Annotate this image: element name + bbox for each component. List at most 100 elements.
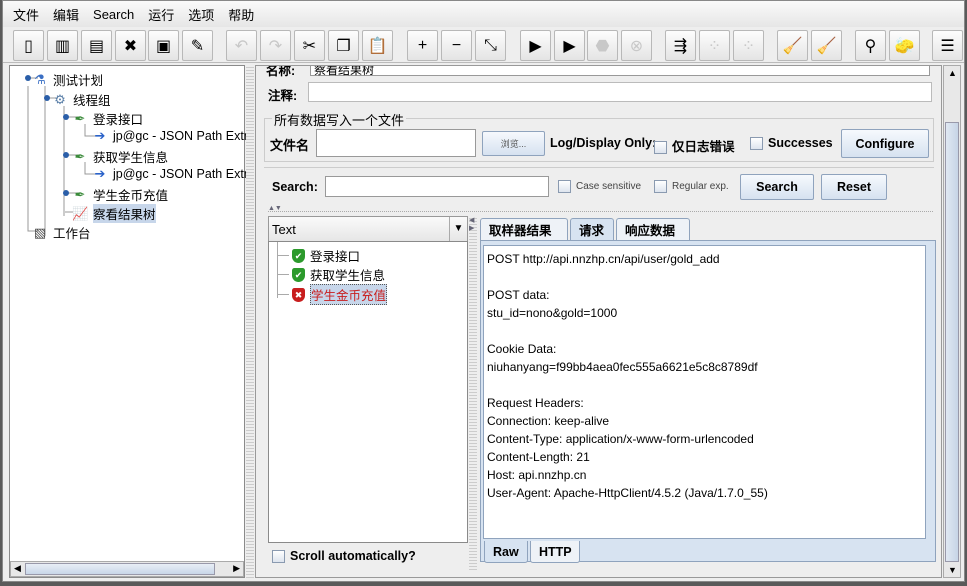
successes-label: Successes — [768, 136, 833, 150]
bottom-tab-http[interactable]: HTTP — [530, 541, 580, 563]
filename-input[interactable] — [316, 129, 476, 157]
start-no-pause-button[interactable]: ▶ — [554, 30, 585, 61]
undo-button[interactable]: ↶ — [226, 30, 257, 61]
tab-0[interactable]: 取样器结果 — [480, 218, 568, 240]
close-button[interactable]: ✖ — [115, 30, 146, 61]
search-button[interactable]: ⚲ — [855, 30, 886, 61]
expand-button[interactable]: + — [407, 30, 438, 61]
redo-button[interactable]: ↷ — [260, 30, 291, 61]
tree-node[interactable]: ➔ jp@gc - JSON Path Extr — [92, 128, 248, 144]
start-button[interactable]: ▶ — [520, 30, 551, 61]
function-helper-button[interactable]: ☰ — [932, 30, 963, 61]
errors-only-checkbox[interactable]: 仅日志错误 — [654, 136, 735, 155]
name-field[interactable]: 察看结果树 — [310, 66, 930, 77]
renderer-value: Text — [272, 222, 296, 237]
tree-node[interactable]: ⚙ 线程组 — [52, 90, 110, 109]
menu-item[interactable]: 帮助 — [228, 5, 254, 24]
copy-button[interactable]: ❐ — [328, 30, 359, 61]
file-group-title: 所有数据写入一个文件 — [272, 110, 407, 129]
tab-1[interactable]: 请求 — [570, 218, 614, 240]
stop-icon: ⬣ — [595, 37, 610, 55]
remote-start-button[interactable]: ⇶ — [665, 30, 696, 61]
remote-shutdown-button[interactable]: ⁘ — [733, 30, 764, 61]
menu-item[interactable]: Search — [93, 7, 134, 22]
renderer-select[interactable]: Text ▼ — [268, 216, 468, 242]
tree-node-label: jp@gc - JSON Path Extr — [113, 167, 248, 181]
remote-stop-button[interactable]: ⁘ — [699, 30, 730, 61]
scroll-left-icon[interactable]: ◀ — [14, 563, 21, 574]
menu-item[interactable]: 选项 — [188, 5, 214, 24]
extractor-icon: ➔ — [94, 128, 106, 143]
reset-search-button[interactable]: 🧽 — [889, 30, 920, 61]
new-button[interactable]: ▯ — [13, 30, 44, 61]
shutdown-button[interactable]: ⊗ — [621, 30, 652, 61]
paste-button[interactable]: 📋 — [362, 30, 393, 61]
tree-horizontal-scrollbar[interactable]: ◀ ▶ — [10, 561, 244, 577]
successes-checkbox[interactable]: Successes — [750, 136, 833, 151]
open-button[interactable]: ▤ — [81, 30, 112, 61]
request-line: POST data: — [487, 288, 550, 302]
scroll-thumb[interactable] — [25, 563, 215, 575]
scroll-thumb[interactable] — [945, 122, 959, 562]
scroll-down-icon[interactable]: ▼ — [948, 565, 957, 575]
scroll-auto-checkbox[interactable]: Scroll automatically? — [272, 549, 416, 564]
jmeter-window: 文件 编辑 Search 运行 选项 帮助 ▯ ▥ ▤ ✖ ▣ ✎ ↶ ↷ ✂ ❐ 📋 + − ⤡ ▶ ▶ ⬣ ⊗ ⇶ ⁘ ⁘ 🧹 🧹… — [2, 0, 965, 582]
search-button[interactable]: Search — [740, 174, 814, 200]
tree-node[interactable]: ⚗ 测试计划 — [32, 70, 103, 89]
test-plan-tree[interactable]: ◀ ▶ ⚗ 测试计划 ⚙ 线程组 ✒ 登录接口 ➔ jp@gc - JSON Path Ext… — [9, 65, 248, 578]
toggle-button[interactable]: ⤡ — [475, 30, 506, 61]
main-vertical-scrollbar[interactable]: ▲ ▼ — [943, 65, 961, 578]
tree-node-label: 察看结果树 — [93, 204, 156, 223]
new-icon: ▯ — [24, 37, 33, 55]
tab-2[interactable]: 响应数据 — [616, 218, 690, 240]
tree-node[interactable]: ➔ jp@gc - JSON Path Extr — [92, 166, 248, 182]
clear-all-button[interactable]: 🧹 — [811, 30, 842, 61]
chevron-down-icon[interactable]: ▼ — [449, 217, 467, 241]
regex-checkbox[interactable]: Regular exp. — [654, 180, 729, 193]
reset-button[interactable]: Reset — [821, 174, 887, 200]
comment-field[interactable] — [308, 82, 932, 102]
save-button[interactable]: ▣ — [148, 30, 179, 61]
case-sensitive-checkbox[interactable]: Case sensitive — [558, 180, 641, 193]
sample-result-item[interactable]: ✖ 学生金币充值 — [277, 284, 388, 305]
tree-node[interactable]: 📈 察看结果树 — [72, 204, 156, 223]
split-divider[interactable] — [246, 65, 254, 578]
clear-button[interactable]: 🧹 — [777, 30, 808, 61]
search-label: Search: — [272, 180, 318, 194]
function-helper-icon: ☰ — [940, 37, 955, 55]
redo-icon: ↷ — [268, 37, 283, 55]
clear-all-icon: 🧹 — [816, 37, 837, 55]
menu-item[interactable]: 运行 — [148, 5, 174, 24]
collapse-button[interactable]: − — [441, 30, 472, 61]
browse-button[interactable]: 浏览... — [482, 131, 545, 156]
case-sensitive-label: Case sensitive — [576, 181, 642, 193]
bottom-tab-raw[interactable]: Raw — [484, 541, 528, 563]
tree-node[interactable]: ✒ 学生金币充值 — [72, 185, 168, 204]
tree-node[interactable]: ▧ 工作台 — [32, 223, 91, 242]
scroll-right-icon[interactable]: ▶ — [233, 563, 240, 574]
sample-result-item[interactable]: ✔ 获取学生信息 — [277, 265, 385, 284]
save-as-button[interactable]: ✎ — [182, 30, 213, 61]
sample-result-item[interactable]: ✔ 登录接口 — [277, 246, 360, 265]
request-text-area[interactable]: POST http://api.nnzhp.cn/api/user/gold_a… — [483, 245, 926, 539]
results-split-divider[interactable]: ◀ ▶ — [469, 216, 477, 571]
menu-item[interactable]: 编辑 — [53, 5, 79, 24]
templates-button[interactable]: ▥ — [47, 30, 78, 61]
cut-button[interactable]: ✂ — [294, 30, 325, 61]
stop-button[interactable]: ⬣ — [587, 30, 618, 61]
expand-icon: + — [417, 36, 428, 54]
menu-item[interactable]: 文件 — [13, 5, 39, 24]
tree-node[interactable]: ✒ 获取学生信息 — [72, 147, 168, 166]
toggle-icon: ⤡ — [484, 36, 497, 54]
thread-group-icon: ⚙ — [54, 91, 66, 107]
open-icon: ▤ — [88, 37, 105, 55]
search-input[interactable] — [325, 176, 549, 197]
tree-node-label: jp@gc - JSON Path Extr — [113, 129, 248, 143]
scroll-up-icon[interactable]: ▲ — [948, 68, 957, 78]
split-collapse-arrows[interactable]: ▲▼ — [268, 205, 933, 212]
copy-icon: ❐ — [336, 37, 351, 55]
request-line: stu_id=nono&gold=1000 — [487, 306, 618, 320]
sample-results-list: ✔ 登录接口 ✔ 获取学生信息 ✖ 学生金币充值 — [268, 241, 468, 543]
tree-node[interactable]: ✒ 登录接口 — [72, 109, 143, 128]
configure-button[interactable]: Configure — [841, 129, 929, 158]
